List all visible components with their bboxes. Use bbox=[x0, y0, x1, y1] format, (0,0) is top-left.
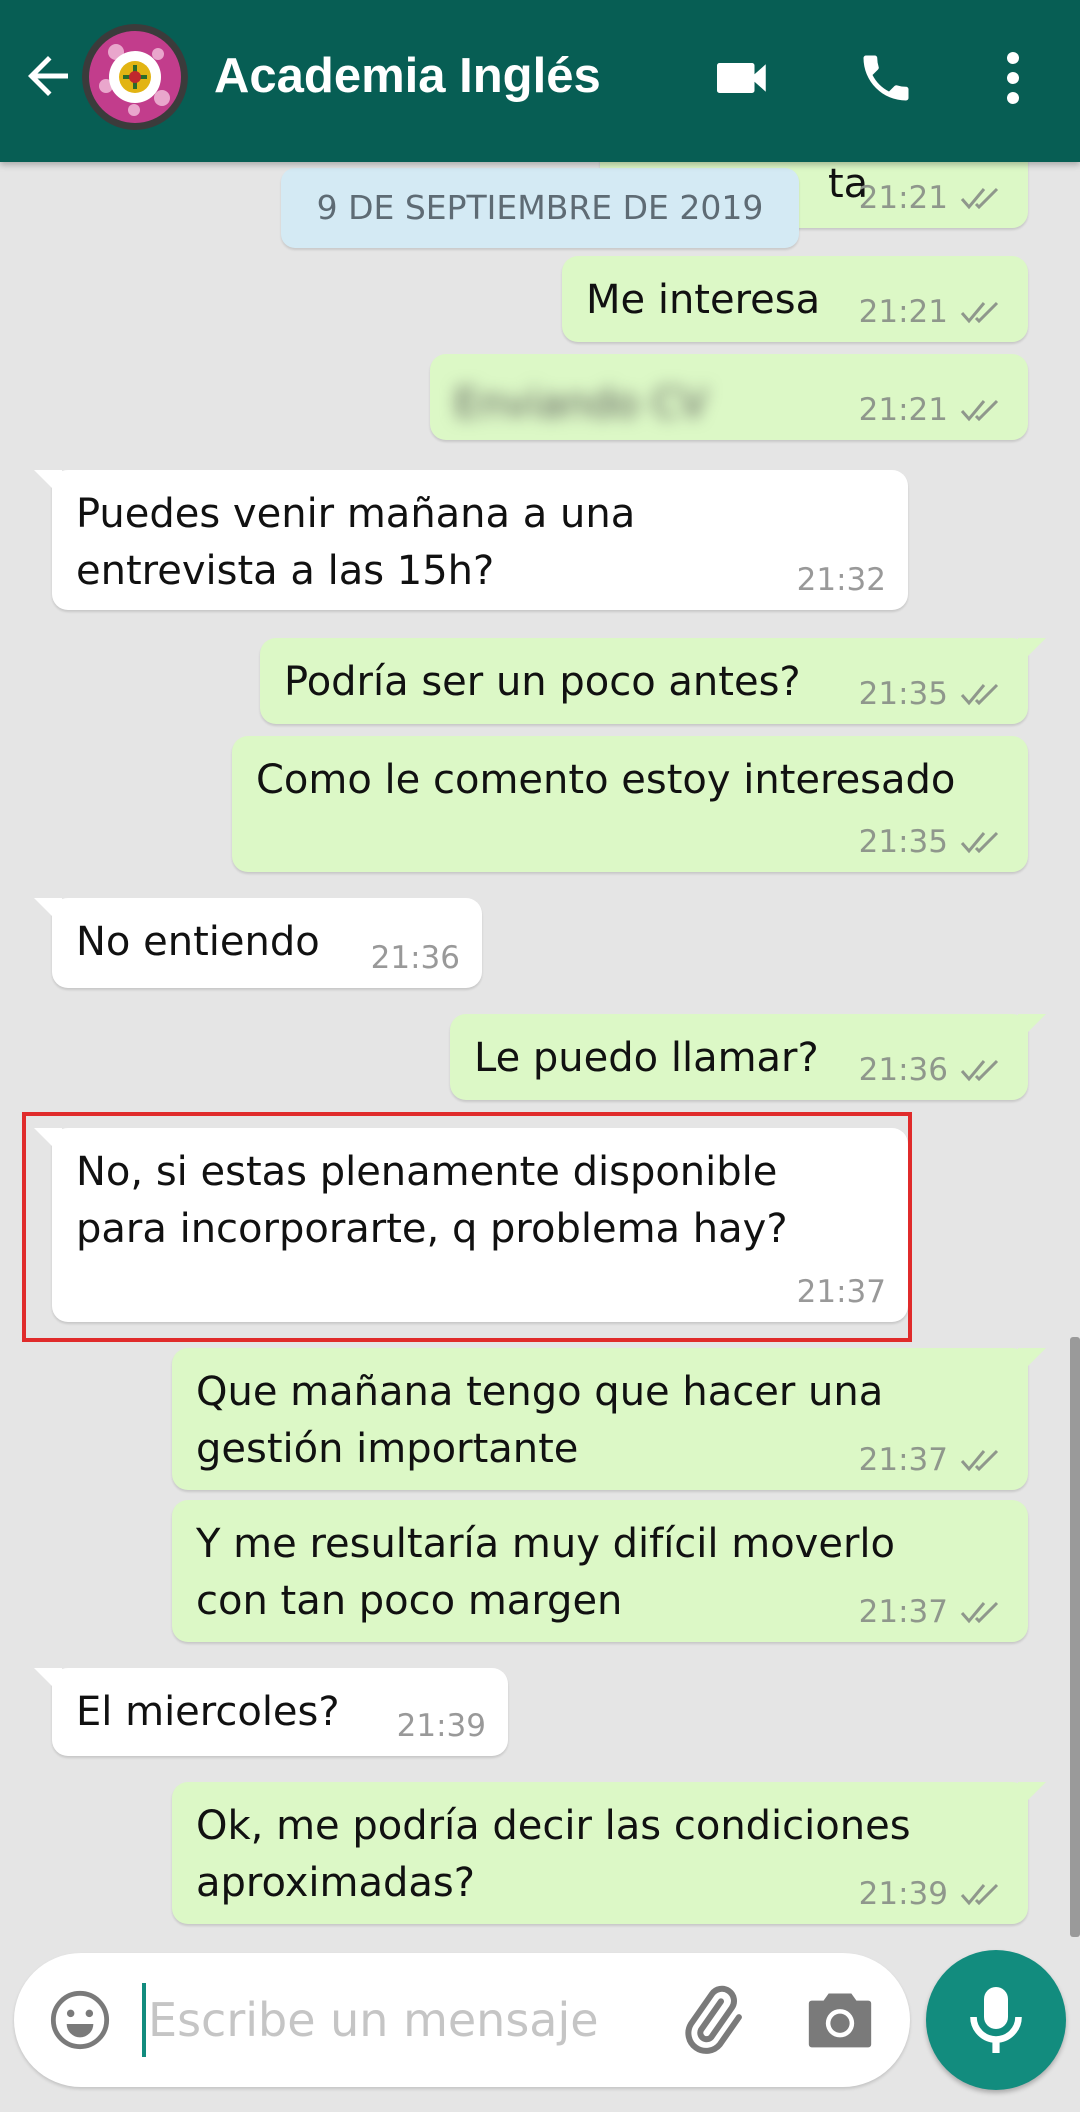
camera-icon bbox=[808, 1993, 872, 2048]
message-line: entrevista a las 15h? bbox=[76, 548, 495, 594]
message-time: 21:35 bbox=[858, 824, 948, 860]
video-call-button[interactable] bbox=[710, 48, 774, 108]
message-meta: 21:37 bbox=[859, 1592, 1006, 1632]
message-time: 21:21 bbox=[858, 294, 948, 330]
message-text: Y me resultaría muy difícil moverlo con … bbox=[196, 1516, 895, 1630]
message-time: 21:39 bbox=[858, 1876, 948, 1912]
message-meta: 21:32 bbox=[797, 560, 886, 600]
message-meta: 21:35 bbox=[859, 674, 1006, 714]
emoji-button[interactable] bbox=[48, 1988, 112, 2052]
message-text: Podría ser un poco antes? bbox=[284, 659, 801, 705]
date-divider: 9 DE SEPTIEMBRE DE 2019 bbox=[281, 168, 799, 248]
bubble-tail bbox=[1018, 1348, 1046, 1376]
message-line: gestión importante bbox=[196, 1426, 579, 1472]
message-text: Enviando CV bbox=[454, 381, 708, 427]
message-meta: 21:39 bbox=[397, 1706, 486, 1746]
bubble-tail bbox=[1018, 1782, 1046, 1810]
smiley-icon bbox=[50, 1990, 110, 2050]
message-time: 21:37 bbox=[858, 1594, 948, 1630]
double-check-icon bbox=[960, 1059, 999, 1082]
bubble-tail bbox=[34, 470, 62, 498]
message-outgoing[interactable]: Como le comento estoy interesado 21:35 bbox=[232, 736, 1028, 872]
attach-button[interactable] bbox=[672, 1983, 748, 2059]
message-incoming[interactable]: El miercoles? 21:39 bbox=[34, 1668, 508, 1756]
message-text: Le puedo llamar? bbox=[474, 1035, 819, 1081]
message-incoming[interactable]: Puedes venir mañana a una entrevista a l… bbox=[34, 470, 908, 610]
message-meta: 21:21 bbox=[859, 178, 1006, 218]
message-text: El miercoles? bbox=[76, 1689, 340, 1735]
double-check-icon bbox=[960, 1449, 999, 1472]
text-cursor bbox=[142, 1983, 146, 2057]
message-outgoing-blurred[interactable]: Enviando CV 21:21 bbox=[430, 354, 1028, 440]
message-time: 21:32 bbox=[796, 562, 886, 598]
message-time: 21:36 bbox=[858, 1052, 948, 1088]
message-text: Que mañana tengo que hacer una gestión i… bbox=[196, 1364, 883, 1478]
more-options-button[interactable] bbox=[990, 48, 1036, 108]
highlight-frame bbox=[22, 1112, 912, 1342]
message-line: Puedes venir mañana a una bbox=[76, 491, 636, 537]
camera-button[interactable] bbox=[806, 1987, 874, 2051]
message-text: No entiendo bbox=[76, 919, 320, 965]
bubble-tail bbox=[1018, 1014, 1046, 1042]
message-text: Como le comento estoy interesado bbox=[256, 757, 956, 803]
message-text: Ok, me podría decir las condiciones apro… bbox=[196, 1798, 911, 1912]
message-incoming[interactable]: No entiendo 21:36 bbox=[34, 898, 482, 988]
message-line: Y me resultaría muy difícil moverlo bbox=[196, 1521, 895, 1567]
message-meta: 21:21 bbox=[859, 390, 1006, 430]
bubble-tail bbox=[1018, 638, 1046, 666]
more-vertical-icon bbox=[1007, 52, 1019, 104]
scrollbar[interactable] bbox=[1070, 1337, 1080, 1937]
double-check-icon bbox=[960, 1883, 999, 1906]
message-text: Puedes venir mañana a una entrevista a l… bbox=[76, 486, 635, 600]
message-time: 21:21 bbox=[858, 392, 948, 428]
message-outgoing[interactable]: Y me resultaría muy difícil moverlo con … bbox=[172, 1500, 1028, 1642]
message-outgoing[interactable]: Le puedo llamar? 21:36 bbox=[450, 1014, 1046, 1100]
message-outgoing[interactable]: Me interesa 21:21 bbox=[562, 256, 1028, 342]
message-text: Me interesa bbox=[586, 277, 821, 323]
double-check-icon bbox=[960, 683, 999, 706]
bubble-tail bbox=[34, 1668, 62, 1696]
message-meta: 21:36 bbox=[859, 1050, 1006, 1090]
back-button[interactable] bbox=[18, 46, 78, 106]
message-meta: 21:37 bbox=[859, 1440, 1006, 1480]
message-outgoing[interactable]: Ok, me podría decir las condiciones apro… bbox=[172, 1782, 1046, 1924]
message-time: 21:21 bbox=[858, 180, 948, 216]
message-line: con tan poco margen bbox=[196, 1578, 623, 1624]
message-line: Que mañana tengo que hacer una bbox=[196, 1369, 884, 1415]
double-check-icon bbox=[960, 301, 999, 324]
double-check-icon bbox=[960, 187, 999, 210]
paperclip-icon bbox=[685, 1985, 742, 2054]
double-check-icon bbox=[960, 399, 999, 422]
message-meta: 21:39 bbox=[859, 1874, 1006, 1914]
bubble-tail bbox=[34, 898, 62, 926]
voice-call-button[interactable] bbox=[856, 48, 920, 108]
message-list[interactable]: 9 DE SEPTIEMBRE DE 2019 ta 21:21 Me inte… bbox=[0, 162, 1080, 1952]
phone-icon bbox=[863, 55, 909, 101]
message-line: Ok, me podría decir las condiciones bbox=[196, 1803, 911, 1849]
message-composer bbox=[14, 1953, 910, 2087]
message-time: 21:36 bbox=[370, 940, 460, 976]
double-check-icon bbox=[960, 1601, 999, 1624]
chat-header: Academia Inglés bbox=[0, 0, 1080, 162]
voice-message-button[interactable] bbox=[926, 1950, 1066, 2090]
chat-title[interactable]: Academia Inglés bbox=[214, 46, 601, 106]
video-camera-icon bbox=[717, 63, 766, 93]
microphone-icon bbox=[970, 1987, 1022, 2053]
message-meta: 21:35 bbox=[859, 822, 1006, 862]
avatar[interactable] bbox=[82, 24, 188, 130]
message-line: aproximadas? bbox=[196, 1860, 475, 1906]
message-outgoing[interactable]: Que mañana tengo que hacer una gestión i… bbox=[172, 1348, 1046, 1490]
message-outgoing[interactable]: Podría ser un poco antes? 21:35 bbox=[260, 638, 1046, 724]
message-time: 21:37 bbox=[858, 1442, 948, 1478]
message-input[interactable] bbox=[148, 1977, 668, 2063]
arrow-left-icon bbox=[28, 56, 68, 96]
message-time: 21:35 bbox=[858, 676, 948, 712]
message-meta: 21:21 bbox=[859, 292, 1006, 332]
message-time: 21:39 bbox=[396, 1708, 486, 1744]
message-meta: 21:36 bbox=[371, 938, 460, 978]
academy-logo-icon bbox=[82, 24, 188, 130]
double-check-icon bbox=[960, 831, 999, 854]
